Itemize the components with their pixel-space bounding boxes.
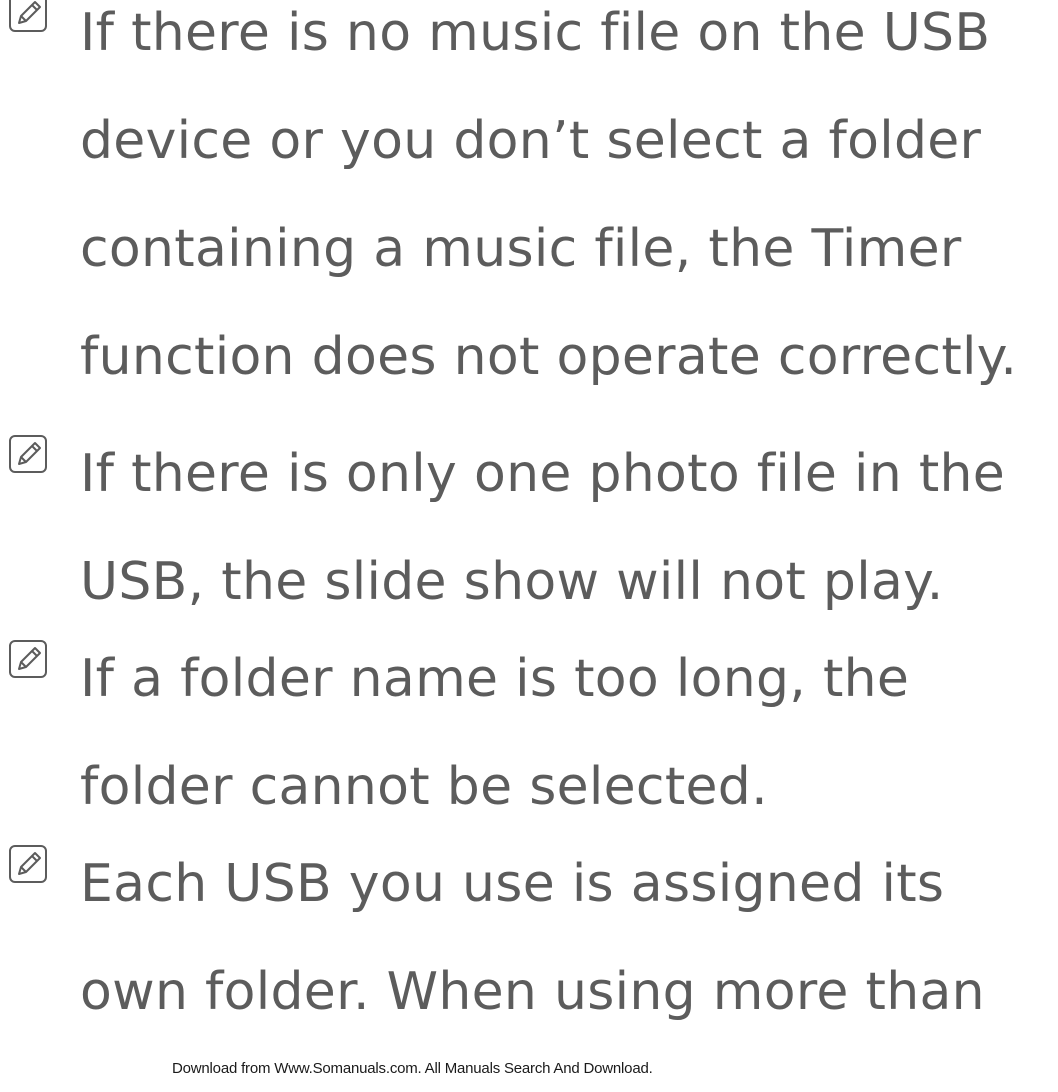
note-item: If there is only one photo file in the U…: [0, 420, 1058, 636]
note-item: If a folder name is too long, the folder…: [0, 625, 1058, 841]
note-pencil-icon: [9, 845, 47, 883]
note-item: If there is no music file on the USB dev…: [0, 0, 1058, 411]
note-text: If a folder name is too long, the folder…: [80, 649, 910, 817]
note-text: If there is only one photo file in the U…: [80, 444, 1006, 612]
note-pencil-icon: [9, 435, 47, 473]
note-text: If there is no music file on the USB dev…: [80, 3, 1018, 387]
note-text: Each USB you use is assigned its own fol…: [80, 854, 985, 1022]
note-pencil-icon: [9, 640, 47, 678]
notes-list: If there is no music file on the USB dev…: [0, 0, 1058, 1022]
note-pencil-icon: [9, 0, 47, 32]
note-item: Each USB you use is assigned its own fol…: [0, 830, 1058, 1046]
download-watermark: Download from Www.Somanuals.com. All Man…: [172, 1060, 653, 1077]
